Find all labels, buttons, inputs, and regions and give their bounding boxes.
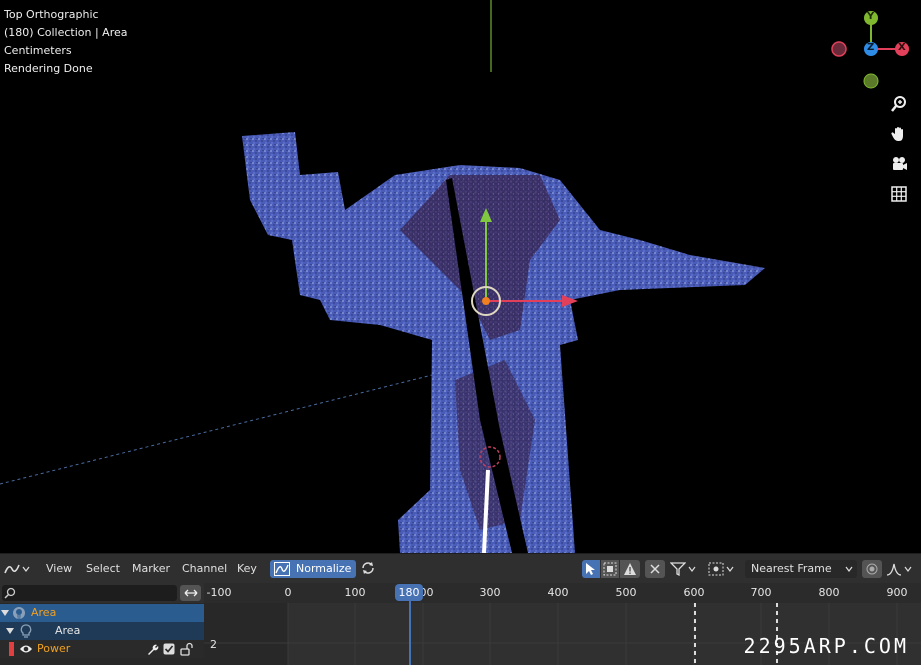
filter-icon bbox=[670, 562, 686, 576]
close-icon bbox=[650, 564, 660, 574]
only-show-errors-button[interactable] bbox=[620, 560, 640, 578]
normalize-toggle[interactable]: Normalize bbox=[270, 560, 356, 578]
snap-mode-value: Nearest Frame bbox=[751, 562, 832, 575]
channel-region: Area Area Power bbox=[0, 583, 204, 665]
menu-channel[interactable]: Channel bbox=[182, 560, 227, 578]
grid-icon bbox=[891, 186, 907, 202]
chevron-down-icon bbox=[22, 566, 30, 572]
menu-key[interactable]: Key bbox=[237, 560, 257, 578]
unit-info: Centimeters bbox=[4, 44, 72, 57]
dashed-guide-line bbox=[0, 372, 441, 485]
chevron-down-icon bbox=[904, 566, 912, 572]
snap-mode-select[interactable]: Nearest Frame bbox=[745, 560, 857, 578]
auto-normalize-button[interactable] bbox=[360, 560, 378, 578]
warning-icon bbox=[624, 563, 636, 575]
swap-filter-button[interactable] bbox=[180, 585, 201, 601]
graph-editor-header: View Select Marker Channel Key Normalize… bbox=[0, 553, 921, 583]
tick-label: 0 bbox=[284, 586, 292, 599]
camera-icon bbox=[893, 157, 907, 170]
gizmo-x-label[interactable]: X bbox=[898, 42, 906, 53]
current-frame-indicator[interactable]: 180 bbox=[395, 584, 423, 601]
normalize-icon bbox=[274, 562, 290, 576]
frame-ruler[interactable]: -100 0 100 200 300 400 500 600 700 800 9… bbox=[204, 583, 921, 603]
menu-select[interactable]: Select bbox=[86, 560, 120, 578]
toggle-ortho-button[interactable] bbox=[887, 182, 911, 206]
menu-view[interactable]: View bbox=[46, 560, 72, 578]
chevron-down-icon bbox=[688, 566, 696, 572]
menu-marker[interactable]: Marker bbox=[132, 560, 170, 578]
pivot-point-dropdown[interactable] bbox=[708, 560, 740, 578]
collection-info: (180) Collection | Area bbox=[4, 26, 128, 39]
playhead-line[interactable] bbox=[409, 601, 411, 665]
tick-label: 100 bbox=[344, 586, 366, 599]
camera-view-button[interactable] bbox=[887, 152, 911, 176]
chevron-down-icon bbox=[726, 566, 734, 572]
light-object-icon bbox=[13, 607, 25, 619]
channel-data-row[interactable]: Area bbox=[0, 622, 204, 640]
channel-color-swatch bbox=[9, 642, 14, 656]
zoom-button[interactable] bbox=[887, 92, 911, 116]
search-icon bbox=[4, 587, 16, 599]
zoom-icon bbox=[891, 96, 906, 112]
falloff-curve-icon bbox=[886, 563, 902, 576]
gizmo-y-label[interactable]: Y bbox=[867, 11, 874, 22]
tick-label: 900 bbox=[886, 586, 908, 599]
tick-label: 400 bbox=[547, 586, 569, 599]
clear-button[interactable] bbox=[645, 560, 665, 578]
tick-label: 500 bbox=[615, 586, 637, 599]
tick-label: 700 bbox=[750, 586, 772, 599]
checkbox-icon[interactable] bbox=[163, 643, 175, 655]
channel-search-input[interactable] bbox=[2, 585, 177, 601]
view-name: Top Orthographic bbox=[4, 8, 99, 21]
editor-type-dropdown[interactable] bbox=[4, 560, 34, 578]
falloff-dropdown[interactable] bbox=[886, 560, 916, 578]
watermark-text: 2295ARP.COM bbox=[743, 634, 909, 658]
channel-object-label: Area bbox=[31, 606, 57, 619]
refresh-icon bbox=[362, 562, 374, 574]
tick-label: -100 bbox=[206, 586, 232, 599]
channel-data-label: Area bbox=[55, 624, 81, 637]
light-data-icon bbox=[20, 624, 32, 638]
channel-power-row[interactable]: Power bbox=[0, 640, 204, 658]
value-axis-label: 2 bbox=[210, 638, 217, 651]
pivot-icon bbox=[708, 562, 724, 576]
gizmo-z-label[interactable]: Z bbox=[867, 42, 874, 53]
graph-region[interactable]: -100 0 100 200 300 400 500 600 700 800 9… bbox=[204, 583, 921, 665]
channel-search-row bbox=[0, 583, 204, 603]
box-select-icon bbox=[603, 562, 617, 576]
normalize-label: Normalize bbox=[296, 562, 352, 575]
wrench-icon[interactable] bbox=[146, 643, 159, 656]
unlock-icon[interactable] bbox=[180, 642, 194, 656]
proportional-edit-icon bbox=[866, 563, 878, 575]
expand-triangle-icon[interactable] bbox=[6, 627, 14, 635]
double-arrow-icon bbox=[184, 589, 197, 597]
cursor-arrow-icon bbox=[586, 563, 595, 575]
tick-label: 800 bbox=[818, 586, 840, 599]
filter-dropdown[interactable] bbox=[670, 560, 702, 578]
3d-viewport[interactable]: Y Z X Top Orthographic (180) Collection … bbox=[0, 0, 921, 553]
tick-label: 600 bbox=[683, 586, 705, 599]
channel-power-label: Power bbox=[37, 642, 71, 655]
pan-button[interactable] bbox=[887, 122, 911, 146]
select-tool-button[interactable] bbox=[582, 560, 600, 578]
proportional-edit-toggle[interactable] bbox=[862, 560, 882, 578]
eye-icon[interactable] bbox=[19, 643, 33, 655]
chevron-down-icon bbox=[845, 566, 853, 572]
expand-triangle-icon[interactable] bbox=[1, 609, 9, 617]
viewport-scene bbox=[0, 0, 909, 553]
channel-object-row[interactable]: Area bbox=[0, 604, 204, 622]
tick-label: 300 bbox=[479, 586, 501, 599]
graph-editor-icon bbox=[4, 564, 20, 574]
box-select-button[interactable] bbox=[601, 560, 619, 578]
pan-hand-icon bbox=[891, 127, 903, 141]
render-status: Rendering Done bbox=[4, 62, 93, 75]
